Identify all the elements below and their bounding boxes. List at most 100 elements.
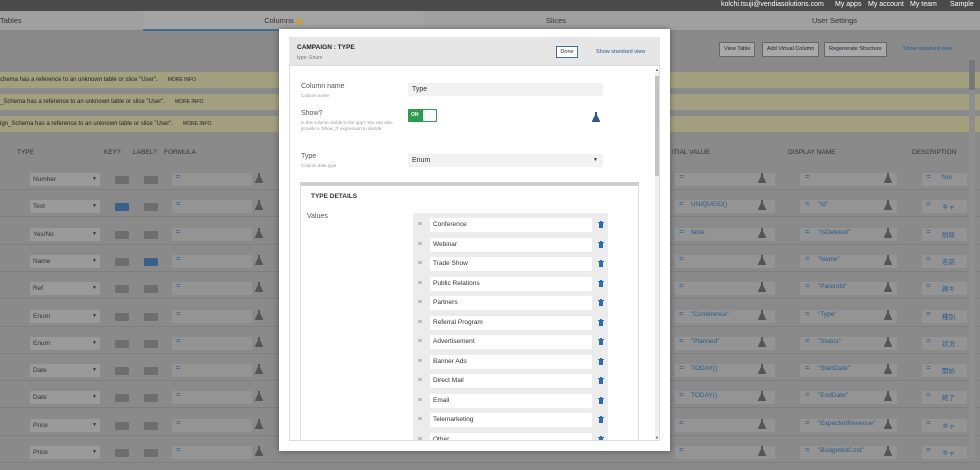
tab-tables[interactable]: Tables [0,11,140,31]
flask-icon[interactable] [884,282,892,293]
flask-icon[interactable] [884,254,892,265]
col-header-description[interactable]: DESCRIPTION [912,149,956,156]
flask-icon[interactable] [255,418,263,429]
column-name-input[interactable]: Type [408,83,603,96]
display-name-field[interactable] [800,391,897,405]
formula-field[interactable] [172,282,252,296]
trash-icon[interactable] [598,338,604,345]
key-toggle[interactable] [115,312,129,321]
type-select[interactable]: Name ▼ [30,254,100,268]
key-toggle[interactable] [115,176,129,184]
type-select[interactable]: Date ▼ [30,364,100,378]
enum-value-input[interactable]: Public Relations [430,276,592,291]
flask-icon[interactable] [592,112,600,122]
flask-icon[interactable] [758,391,766,402]
enum-value-input[interactable]: Email [430,393,592,408]
key-toggle[interactable] [115,421,129,430]
dialog-scrollbar-thumb[interactable] [655,76,659,176]
formula-field[interactable] [172,227,252,241]
display-name-field[interactable] [800,282,897,296]
drag-handle-icon[interactable]: ≡ [418,319,422,326]
flask-icon[interactable] [758,200,766,211]
trash-icon[interactable] [598,240,604,248]
trash-icon[interactable] [598,396,604,404]
col-header-initial-value[interactable]: ITIAL VALUE [672,149,710,156]
page-scrollbar[interactable] [969,60,975,460]
type-select[interactable]: Number ▼ [30,173,100,186]
flask-icon[interactable] [758,254,766,265]
drag-handle-icon[interactable]: ≡ [418,299,422,306]
drag-handle-icon[interactable]: ≡ [418,260,422,267]
flask-icon[interactable] [758,309,766,320]
flask-icon[interactable] [255,446,263,456]
tab-ux-settings[interactable]: User Settings [689,11,980,31]
drag-handle-icon[interactable]: ≡ [418,338,422,345]
key-toggle[interactable] [115,203,129,212]
user-menu[interactable]: Sample [950,1,974,8]
drag-handle-icon[interactable]: ≡ [418,241,422,248]
show-toggle[interactable]: ON [408,109,437,122]
formula-field[interactable] [172,173,252,186]
scroll-up-icon[interactable]: ▲ [655,67,659,72]
label-toggle[interactable] [144,176,158,184]
flask-icon[interactable] [255,227,263,238]
flask-icon[interactable] [758,282,766,293]
type-select[interactable]: Price ▼ [30,446,100,459]
my-team-link[interactable]: My team [910,1,937,8]
col-header-formula[interactable]: FORMULA [164,149,196,156]
enum-value-input[interactable]: Direct Mail [430,374,592,388]
flask-icon[interactable] [255,254,263,265]
key-toggle[interactable] [115,367,129,376]
drag-handle-icon[interactable]: ≡ [418,358,422,365]
show-standard-view-link[interactable]: Show standard view [903,46,952,52]
drag-handle-icon[interactable]: ≡ [418,416,422,423]
more-info-link[interactable]: MORE INFO [175,99,203,105]
flask-icon[interactable] [884,364,892,375]
done-button[interactable]: Done [556,46,578,58]
formula-field[interactable] [172,254,252,268]
flask-icon[interactable] [884,173,892,183]
trash-icon[interactable] [598,318,604,326]
key-toggle[interactable] [115,394,129,403]
trash-icon[interactable] [598,299,604,306]
drag-handle-icon[interactable]: ≡ [418,377,422,384]
label-toggle[interactable] [144,312,158,321]
flask-icon[interactable] [255,200,263,211]
flask-icon[interactable] [255,309,263,320]
enum-value-input[interactable]: Webinar [430,237,592,252]
formula-field[interactable] [172,200,252,214]
enum-value-input[interactable]: Advertisement [430,335,592,349]
flask-icon[interactable] [884,227,892,238]
flask-icon[interactable] [884,446,892,456]
trash-icon[interactable] [598,279,604,287]
formula-field[interactable] [172,391,252,405]
dialog-scrollbar[interactable]: ▲ ▼ [655,67,659,440]
type-select[interactable]: Enum ▼ [30,309,100,323]
label-toggle[interactable] [144,257,158,266]
enum-value-input[interactable]: Telemarketing [430,413,592,427]
flask-icon[interactable] [255,173,263,183]
flask-icon[interactable] [884,418,892,429]
view-table-button[interactable]: View Table [719,42,756,57]
my-account-link[interactable]: My account [868,1,904,8]
more-info-link[interactable]: MORE INFO [168,77,196,83]
drag-handle-icon[interactable]: ≡ [418,280,422,287]
label-toggle[interactable] [144,421,158,430]
label-toggle[interactable] [144,203,158,212]
type-select[interactable]: Enum ▼ [30,336,100,350]
page-scrollbar-thumb[interactable] [969,60,975,90]
tab-columns[interactable]: Columns [143,11,423,31]
type-select[interactable]: Enum ▼ [408,154,603,167]
enum-value-input[interactable]: Other [430,432,592,440]
key-toggle[interactable] [115,285,129,294]
flask-icon[interactable] [255,336,263,347]
label-toggle[interactable] [144,394,158,403]
key-toggle[interactable] [115,257,129,266]
key-toggle[interactable] [115,449,129,457]
formula-field[interactable] [172,336,252,350]
label-toggle[interactable] [144,449,158,457]
display-name-field[interactable] [800,200,897,214]
flask-icon[interactable] [758,336,766,347]
flask-icon[interactable] [884,336,892,347]
enum-value-input[interactable]: Conference [430,218,592,232]
